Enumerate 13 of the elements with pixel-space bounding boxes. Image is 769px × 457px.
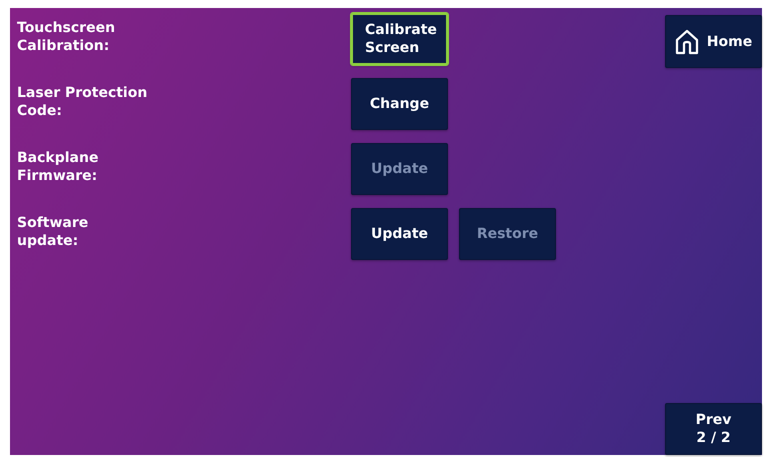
home-icon (674, 28, 699, 54)
action-button[interactable]: Calibrate Screen (351, 13, 448, 65)
action-button[interactable]: Update (351, 208, 448, 260)
setting-label: Software update: (17, 214, 90, 250)
setting-label: Laser Protection Code: (17, 84, 148, 120)
home-button[interactable]: Home (665, 15, 762, 68)
action-button[interactable]: Change (351, 78, 448, 130)
prev-button[interactable]: Prev 2 / 2 (665, 403, 762, 455)
setting-label: Backplane Firmware: (17, 149, 100, 185)
home-label: Home (706, 32, 752, 50)
prev-label: Prev (696, 411, 732, 429)
setting-label: Touchscreen Calibration: (17, 19, 116, 55)
page-counter: 2 / 2 (696, 429, 731, 447)
